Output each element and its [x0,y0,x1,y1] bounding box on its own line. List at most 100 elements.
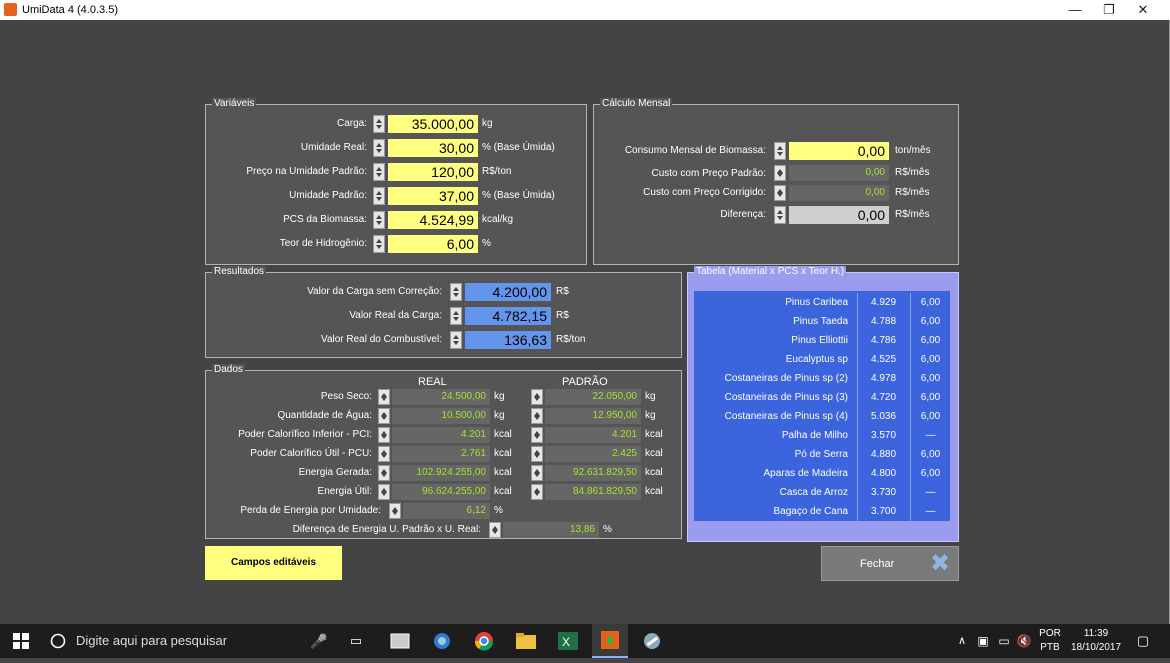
excel-icon[interactable]: X [556,624,580,658]
chrome-icon[interactable] [472,624,496,658]
pcs-spinner[interactable] [373,211,385,229]
teor-label: Teor de Hidrogênio: [279,238,367,249]
energia-gerada-padrao-spinner[interactable] [531,465,543,481]
material-pcs: 4.880 [857,445,909,464]
preco-input[interactable]: 120,00 [388,163,478,181]
tabela-grid[interactable]: Pinus Caribea 4.929 6,00 Pinus Taeda 4.788 6… [694,291,950,521]
umidade-real-input[interactable]: 30,00 [388,139,478,157]
table-row[interactable]: Costaneiras de Pinus sp (3) 4.720 6,00 [694,388,950,407]
agua-padrao: 12.950,00 [545,408,641,424]
diferenca-mensal-value: 0,00 [789,206,889,224]
table-row[interactable]: Costaneiras de Pinus sp (2) 4.978 6,00 [694,369,950,388]
umidade-real-spinner[interactable] [373,139,385,157]
table-row[interactable]: Casca de Arroz 3.730— [694,483,950,502]
table-row[interactable]: Bagaço de Cana 3.700— [694,502,950,521]
valor-sem-correcao-unit: R$ [556,286,569,297]
valor-combustivel-value: 136,63 [465,331,551,349]
material-teor: 6,00 [910,312,950,331]
microphone-icon[interactable]: 🎤 [310,624,327,658]
table-row[interactable]: Palha de Milho 3.570— [694,426,950,445]
pcu-padrao-spinner[interactable] [531,446,543,462]
material-name: Pinus Elliottii [791,335,848,346]
pcu-real-spinner[interactable] [378,446,390,462]
agua-padrao-spinner[interactable] [531,408,543,424]
material-pcs: 4.720 [857,388,909,407]
file-explorer-icon[interactable] [514,624,538,658]
material-teor: 6,00 [910,388,950,407]
variaveis-group: Variáveis Carga: 35.000,00 kg Umidade Re… [205,98,587,265]
valor-real-carga-label: Valor Real da Carga: [349,310,442,321]
tool-app-icon[interactable] [640,624,664,658]
energia-gerada-real-spinner[interactable] [378,465,390,481]
network-app-icon[interactable] [430,624,454,658]
energia-util-padrao-spinner[interactable] [531,484,543,500]
minimize-button[interactable]: — [1058,0,1092,20]
custo-padrao-label: Custo com Preço Padrão: [651,168,767,179]
peso-seco-label: Peso Seco: [320,391,372,402]
volume-muted-icon[interactable]: 🔇 [1016,624,1032,658]
pcu-real: 2.761 [392,446,490,462]
energia-gerada-real: 102.924.255,00 [392,465,490,481]
diferenca-energia-spinner[interactable] [489,522,501,538]
custo-padrao-spinner[interactable] [774,165,786,181]
diferenca-mensal-spinner[interactable] [774,206,786,224]
close-window-button[interactable]: ✕ [1126,0,1160,20]
energia-gerada-padrao: 92.631.829,50 [545,465,641,481]
valor-combustivel-spinner[interactable] [450,331,462,349]
table-row[interactable]: Costaneiras de Pinus sp (4) 5.036 6,00 [694,407,950,426]
table-row[interactable]: Pinus Caribea 4.929 6,00 [694,293,950,312]
material-name: Bagaço de Cana [773,506,848,517]
carga-input[interactable]: 35.000,00 [388,115,478,133]
table-row[interactable]: Aparas de Madeira 4.800 6,00 [694,464,950,483]
valor-sem-correcao-spinner[interactable] [450,283,462,301]
diferenca-energia-label: Diferença de Energia U. Padrão x U. Real… [292,524,481,535]
table-row[interactable]: Eucalyptus sp 4.525 6,00 [694,350,950,369]
app-window-icon[interactable] [388,624,412,658]
tray-chevron-up-icon[interactable]: ∧ [955,624,969,658]
table-row[interactable]: Pinus Elliottii 4.786 6,00 [694,331,950,350]
energia-util-real-spinner[interactable] [378,484,390,500]
fechar-button[interactable]: Fechar ✖ [821,546,959,581]
perda-spinner[interactable] [389,503,401,519]
peso-seco-padrao-spinner[interactable] [531,389,543,405]
table-row[interactable]: Pó de Serra 4.880 6,00 [694,445,950,464]
dados-group: Dados REAL PADRÃO Peso Seco: 24.500,00 k… [205,364,682,539]
material-teor: — [910,483,950,502]
taskbar-search-input[interactable]: Digite aqui para pesquisar [76,624,227,658]
preco-spinner[interactable] [373,163,385,181]
table-row[interactable]: Pinus Taeda 4.788 6,00 [694,312,950,331]
agua-real-spinner[interactable] [378,408,390,424]
carga-spinner[interactable] [373,115,385,133]
material-pcs: 3.730 [857,483,909,502]
valor-real-carga-spinner[interactable] [450,307,462,325]
search-circle-icon[interactable] [48,624,68,658]
pcu-real-unit: kcal [494,448,512,459]
consumo-unit: ton/mês [895,145,931,156]
input-language-indicator[interactable]: POR PTB [1038,624,1062,658]
consumo-input[interactable]: 0,00 [789,142,889,160]
energia-gerada-real-unit: kcal [494,467,512,478]
umidade-padrao-input[interactable]: 37,00 [388,187,478,205]
network-tray-icon[interactable]: ▣ [975,624,991,658]
maximize-button[interactable]: ❐ [1092,0,1126,20]
taskbar-clock[interactable]: 11:39 18/10/2017 [1068,624,1124,658]
teor-input[interactable]: 6,00 [388,235,478,253]
notification-icon[interactable]: ▢ [1134,624,1152,658]
custo-corrigido-spinner[interactable] [774,185,786,201]
pci-padrao-unit: kcal [645,429,663,440]
perda-value: 6,12 [403,503,490,519]
pcs-input[interactable]: 4.524,99 [388,211,478,229]
battery-tray-icon[interactable]: ▭ [996,624,1012,658]
umidade-padrao-spinner[interactable] [373,187,385,205]
consumo-spinner[interactable] [774,142,786,160]
windows-start-icon[interactable] [10,624,32,658]
material-name: Costaneiras de Pinus sp (3) [724,392,848,403]
teor-spinner[interactable] [373,235,385,253]
task-view-icon[interactable]: ▭ [345,624,367,658]
umidata-taskbar-icon[interactable] [592,624,628,658]
close-x-icon: ✖ [930,550,951,577]
pci-real-spinner[interactable] [378,427,390,443]
pci-padrao-spinner[interactable] [531,427,543,443]
peso-seco-real-spinner[interactable] [378,389,390,405]
material-pcs: 4.786 [857,331,909,350]
